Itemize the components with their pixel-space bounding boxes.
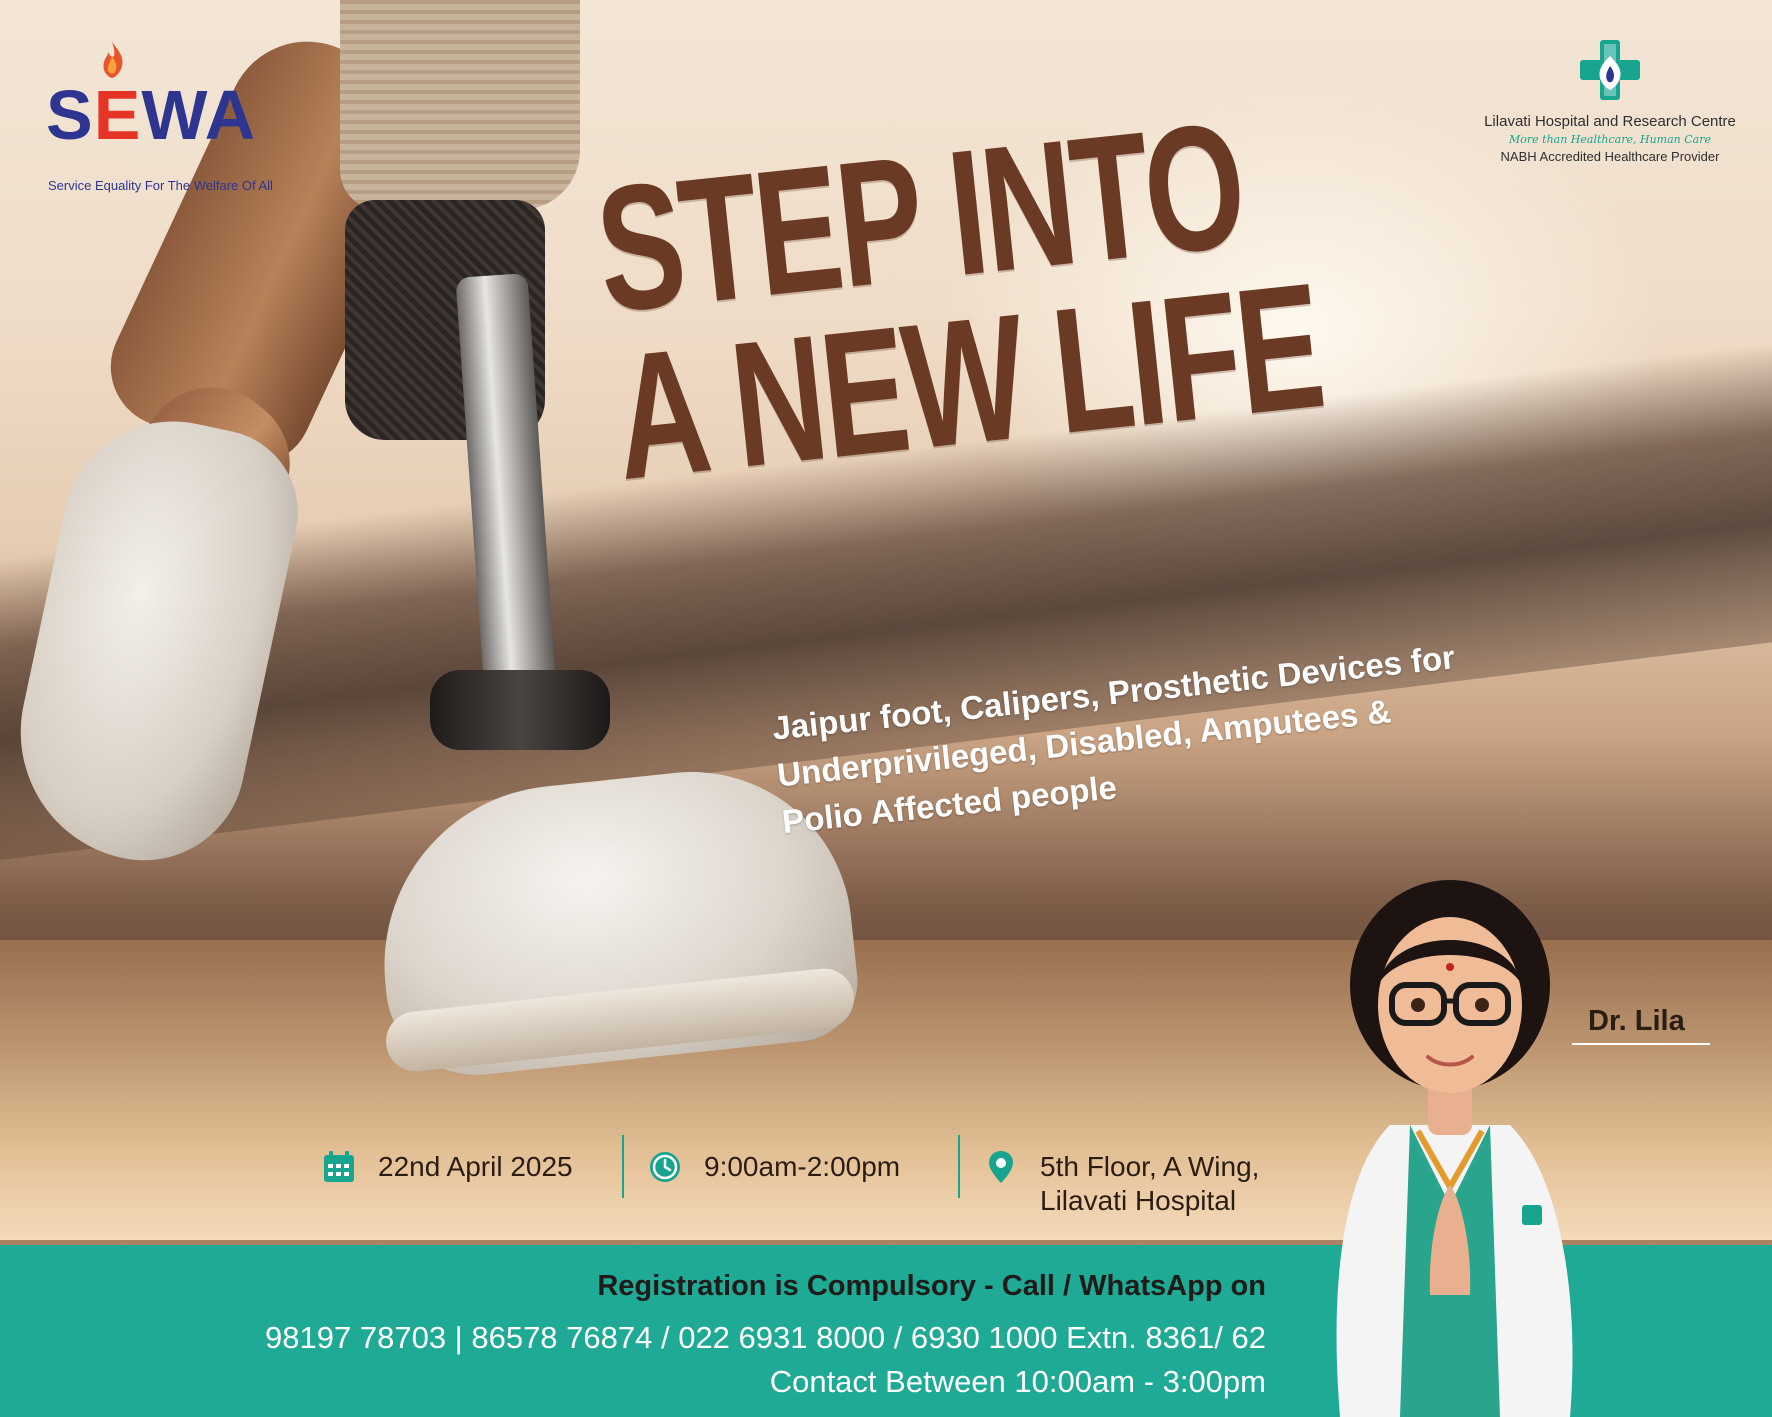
poster: SEWA Service Equality For The Welfare Of… <box>0 0 1772 1417</box>
runner-knee-sleeve <box>340 0 580 210</box>
event-date-text: 22nd April 2025 <box>378 1151 573 1182</box>
clock-icon <box>650 1152 680 1182</box>
phone-numbers: 98197 78703 | 86578 76874 / 022 6931 800… <box>265 1320 1266 1355</box>
venue-line-2: Lilavati Hospital <box>1040 1185 1237 1216</box>
doctor-name-underline <box>1572 1043 1710 1045</box>
doctor-avatar <box>1336 880 1573 1417</box>
sewa-wordmark: SEWA <box>46 76 257 154</box>
info-divider-2 <box>958 1135 960 1198</box>
doctor-name: Dr. Lila <box>1588 1005 1685 1037</box>
info-divider-1 <box>622 1135 624 1198</box>
flame-icon <box>103 42 123 78</box>
event-time-text: 9:00am-2:00pm <box>704 1151 901 1182</box>
prosthetic-ankle-clamp <box>430 670 610 750</box>
event-venue-text: 5th Floor, A Wing, Lilavati Hospital <box>1040 1150 1259 1218</box>
venue-line-1: 5th Floor, A Wing, <box>1040 1151 1260 1182</box>
registration-notice: Registration is Compulsory - Call / What… <box>597 1270 1266 1302</box>
location-pin-icon <box>989 1151 1013 1183</box>
lilavati-emblem-icon <box>1580 40 1640 100</box>
contact-hours: Contact Between 10:00am - 3:00pm <box>769 1364 1266 1399</box>
calendar-icon <box>324 1151 354 1182</box>
sewa-tagline: Service Equality For The Welfare Of All <box>48 178 273 193</box>
